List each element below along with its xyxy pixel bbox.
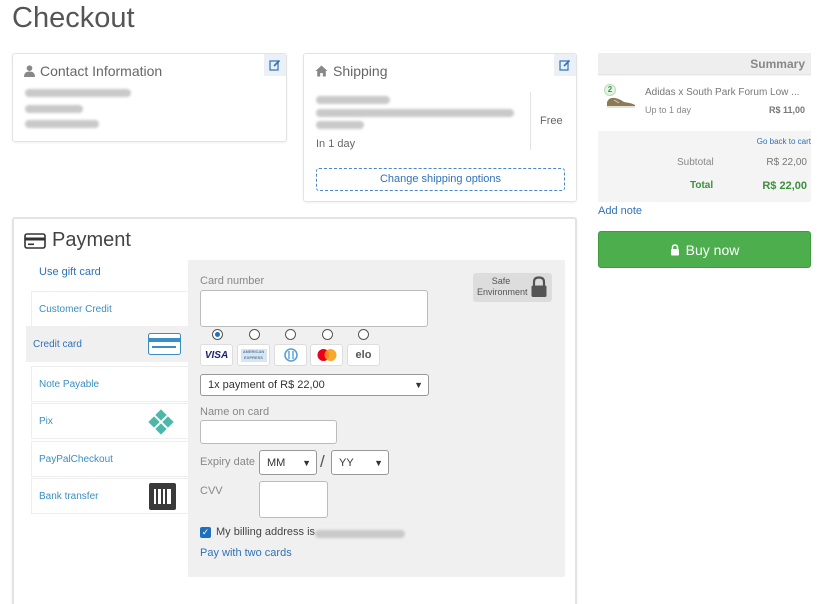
brand-radio-elo[interactable]: [358, 329, 369, 340]
payment-title: Payment: [24, 229, 131, 252]
chevron-down-icon: ▼: [374, 457, 383, 468]
shipping-title: Shipping: [315, 63, 388, 79]
redacted-address-line1: [316, 96, 390, 104]
credit-card-icon: [148, 333, 181, 355]
cart-item: 2 Adidas x South Park Forum Low ... Up t…: [598, 76, 811, 131]
redacted-email: [25, 89, 131, 97]
payment-method-credit-card[interactable]: Credit card: [26, 326, 188, 362]
edit-contact-button[interactable]: [264, 54, 286, 76]
expiry-separator: /: [320, 452, 325, 471]
mastercard-icon: [317, 349, 336, 361]
brand-radio-amex[interactable]: [249, 329, 260, 340]
total-value: R$ 22,00: [762, 180, 807, 192]
home-icon: [315, 65, 328, 77]
pay-with-two-cards-link[interactable]: Pay with two cards: [200, 547, 292, 559]
shipping-divider: [530, 92, 531, 150]
lock-icon: [670, 243, 679, 255]
barcode-icon: [149, 483, 176, 510]
amex-logo: AMERICAN EXPRESS: [237, 344, 270, 366]
installments-select[interactable]: 1x payment of R$ 22,00 ▼: [200, 374, 429, 396]
diners-icon: [283, 348, 298, 362]
brand-radio-mastercard[interactable]: [322, 329, 333, 340]
page-title: Checkout: [12, 2, 135, 34]
brand-radio-visa[interactable]: [212, 329, 223, 340]
redacted-billing-address: [315, 530, 405, 538]
cvv-label: CVV: [200, 485, 223, 497]
use-gift-card-link[interactable]: Use gift card: [39, 266, 101, 278]
card-number-input[interactable]: [200, 290, 428, 327]
pix-icon: [148, 409, 174, 435]
name-on-card-label: Name on card: [200, 406, 270, 418]
summary-title: Summary: [598, 53, 811, 75]
expiry-month-select[interactable]: MM ▼: [259, 450, 317, 475]
name-on-card-input[interactable]: [200, 420, 337, 444]
add-note-link[interactable]: Add note: [598, 205, 642, 217]
credit-card-form: Card number Safe Environment VISA AMERIC…: [188, 260, 565, 577]
contact-title: Contact Information: [24, 63, 162, 79]
shipping-price: Free: [540, 115, 563, 127]
payment-method-note-payable[interactable]: Note Payable: [31, 366, 188, 402]
edit-shipping-button[interactable]: [554, 54, 576, 76]
redacted-address-line3: [316, 121, 364, 129]
product-image: [607, 97, 635, 108]
summary-panel: Summary 2 Adidas x South Park Forum Low …: [598, 53, 811, 202]
expiry-year-select[interactable]: YY ▼: [331, 450, 389, 475]
billing-address-checkbox[interactable]: ✓: [200, 527, 211, 538]
safe-environment-badge: Safe Environment: [473, 273, 552, 302]
payment-method-customer-credit[interactable]: Customer Credit: [31, 291, 188, 327]
edit-icon: [559, 59, 571, 71]
contact-card: Contact Information: [12, 53, 287, 142]
redacted-phone: [25, 120, 99, 128]
redacted-name: [25, 105, 83, 113]
subtotal-label: Subtotal: [677, 157, 714, 168]
payment-method-pix[interactable]: Pix: [31, 403, 188, 439]
total-label: Total: [690, 180, 714, 191]
change-shipping-button[interactable]: Change shipping options: [316, 168, 565, 191]
go-back-to-cart-link[interactable]: Go back to cart: [757, 137, 811, 146]
cvv-input[interactable]: [259, 481, 328, 518]
shipping-card: Shipping Free In 1 day Change shipping o…: [303, 53, 577, 202]
payment-card: Payment Use gift card Customer Credit Cr…: [12, 217, 577, 604]
chevron-down-icon: ▼: [414, 380, 423, 390]
payment-method-paypal-checkout[interactable]: PayPalCheckout: [31, 441, 188, 477]
edit-icon: [269, 59, 281, 71]
elo-logo: elo: [347, 344, 380, 366]
product-name[interactable]: Adidas x South Park Forum Low ...: [645, 87, 805, 98]
subtotal-value: R$ 22,00: [766, 157, 807, 168]
card-number-label: Card number: [200, 275, 265, 287]
credit-card-icon: [24, 232, 46, 249]
brand-radio-diners[interactable]: [285, 329, 296, 340]
expiry-date-label: Expiry date: [200, 456, 256, 468]
shipping-days: In 1 day: [316, 138, 356, 150]
product-delivery: Up to 1 day: [645, 105, 692, 115]
lock-icon: [531, 276, 547, 297]
product-price: R$ 11,00: [768, 105, 805, 115]
redacted-address-line2: [316, 109, 514, 117]
user-icon: [24, 65, 35, 77]
billing-address-text: My billing address is: [216, 526, 316, 538]
visa-logo: VISA: [200, 344, 233, 366]
diners-logo: [274, 344, 307, 366]
chevron-down-icon: ▼: [302, 457, 311, 468]
buy-now-button[interactable]: Buy now: [598, 231, 811, 268]
payment-method-bank-transfer[interactable]: Bank transfer: [31, 478, 188, 514]
mastercard-logo: [310, 344, 343, 366]
